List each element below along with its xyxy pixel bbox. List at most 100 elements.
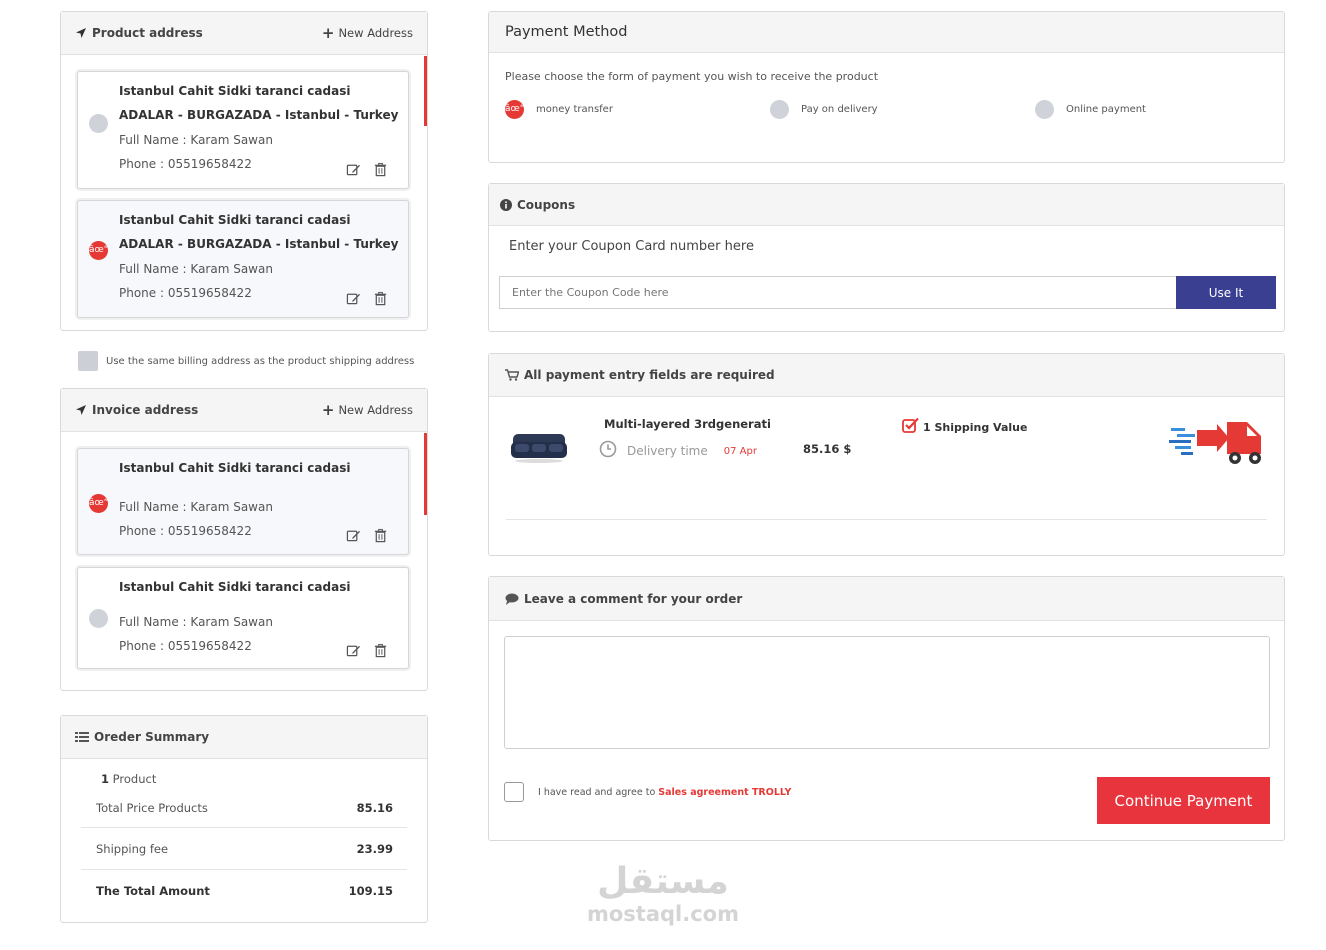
product-name: Multi-layered 3rdgenerati bbox=[604, 417, 771, 431]
info-circle-icon bbox=[500, 198, 512, 211]
payment-radio[interactable] bbox=[770, 100, 789, 119]
agree-text: I have read and agree to Sales agreement… bbox=[538, 787, 791, 798]
address-phone: Phone : 05519658422 bbox=[119, 286, 252, 300]
coupons-header: Coupons bbox=[489, 184, 1284, 226]
comment-title: Leave a comment for your order bbox=[524, 591, 743, 606]
trash-icon[interactable] bbox=[373, 291, 388, 310]
product-count-line: 1 Product bbox=[101, 772, 156, 786]
product-price: 85.16 $ bbox=[803, 442, 852, 456]
address-phone: Phone : 05519658422 bbox=[119, 639, 252, 653]
scrollbar-thumb[interactable] bbox=[424, 56, 427, 126]
new-address-label: New Address bbox=[338, 403, 413, 417]
coupons-title: Coupons bbox=[517, 197, 576, 212]
summary-label: The Total Amount bbox=[96, 884, 210, 898]
payment-option-online[interactable]: Online payment bbox=[1035, 100, 1146, 119]
comment-panel: Leave a comment for your order I have re… bbox=[488, 576, 1285, 841]
payment-option-label: Online payment bbox=[1066, 104, 1146, 115]
edit-icon[interactable] bbox=[346, 643, 361, 662]
sofa-product-image bbox=[509, 428, 569, 464]
checked-checkbox-icon[interactable] bbox=[902, 417, 919, 437]
address-line-1: Istanbul Cahit Sidki taranci cadasi bbox=[119, 213, 351, 227]
summary-value: 85.16 bbox=[356, 801, 393, 815]
new-address-label: New Address bbox=[338, 26, 413, 40]
payment-method-prompt: Please choose the form of payment you wi… bbox=[505, 70, 879, 83]
summary-row-total-price: Total Price Products 85.16 bbox=[96, 801, 407, 815]
delivery-label: Delivery time bbox=[627, 444, 708, 458]
location-arrow-icon bbox=[75, 404, 87, 416]
payment-option-money-transfer[interactable]: âœ“ money transfer bbox=[505, 100, 613, 119]
trash-icon[interactable] bbox=[373, 528, 388, 547]
continue-payment-button[interactable]: Continue Payment bbox=[1097, 777, 1270, 824]
divider bbox=[506, 519, 1267, 520]
invoice-address-list[interactable]: âœ“ Istanbul Cahit Sidki taranci cadasi … bbox=[61, 433, 427, 691]
address-radio[interactable] bbox=[89, 609, 108, 628]
shipping-value-label: 1 Shipping Value bbox=[923, 420, 1028, 434]
payment-method-title: Payment Method bbox=[505, 24, 628, 40]
agree-option[interactable]: I have read and agree to Sales agreement… bbox=[504, 782, 791, 802]
product-address-list[interactable]: Istanbul Cahit Sidki taranci cadasi ADAL… bbox=[61, 56, 427, 331]
address-full-name: Full Name : Karam Sawan bbox=[119, 615, 273, 629]
address-card-selected[interactable]: âœ“ Istanbul Cahit Sidki taranci cadasi … bbox=[77, 200, 409, 318]
address-line-1: Istanbul Cahit Sidki taranci cadasi bbox=[119, 580, 351, 594]
summary-row-total-amount: The Total Amount 109.15 bbox=[96, 884, 407, 898]
use-coupon-button[interactable]: Use It bbox=[1176, 276, 1276, 309]
address-full-name: Full Name : Karam Sawan bbox=[119, 262, 273, 276]
plus-icon: + bbox=[321, 401, 335, 419]
product-count: 1 bbox=[101, 772, 110, 786]
sales-agreement-link[interactable]: Sales agreement TROLLY bbox=[658, 787, 791, 798]
agree-checkbox[interactable] bbox=[504, 782, 524, 802]
address-line-1: Istanbul Cahit Sidki taranci cadasi bbox=[119, 84, 351, 98]
edit-icon[interactable] bbox=[346, 291, 361, 310]
summary-label: Shipping fee bbox=[96, 842, 169, 856]
divider bbox=[81, 869, 407, 870]
address-card[interactable]: Istanbul Cahit Sidki taranci cadasi ADAL… bbox=[77, 71, 409, 189]
trash-icon[interactable] bbox=[373, 162, 388, 181]
edit-icon[interactable] bbox=[346, 528, 361, 547]
edit-icon[interactable] bbox=[346, 162, 361, 181]
payment-radio-selected[interactable]: âœ“ bbox=[505, 100, 524, 119]
scrollbar-thumb[interactable] bbox=[424, 433, 427, 515]
address-radio-selected[interactable]: âœ“ bbox=[89, 494, 108, 513]
address-card-selected[interactable]: âœ“ Istanbul Cahit Sidki taranci cadasi … bbox=[77, 448, 409, 555]
address-radio[interactable] bbox=[89, 114, 108, 133]
invoice-address-header: Invoice address + New Address bbox=[61, 389, 427, 432]
coupons-panel: Coupons Enter your Coupon Card number he… bbox=[488, 183, 1285, 332]
summary-value: 23.99 bbox=[356, 842, 393, 856]
shipping-value[interactable]: 1 Shipping Value bbox=[902, 417, 1027, 437]
payment-option-label: money transfer bbox=[536, 104, 613, 115]
same-billing-option[interactable]: Use the same billing address as the prod… bbox=[78, 351, 414, 371]
address-radio-selected[interactable]: âœ“ bbox=[89, 241, 108, 260]
comment-textarea[interactable] bbox=[504, 636, 1270, 749]
payment-radio[interactable] bbox=[1035, 100, 1054, 119]
payment-option-pay-on-delivery[interactable]: Pay on delivery bbox=[770, 100, 878, 119]
order-summary-panel: Oreder Summary 1 Product Total Price Pro… bbox=[60, 715, 428, 923]
address-full-name: Full Name : Karam Sawan bbox=[119, 133, 273, 147]
invoice-new-address-button[interactable]: + New Address bbox=[322, 401, 413, 419]
address-phone: Phone : 05519658422 bbox=[119, 157, 252, 171]
payment-method-panel: Payment Method Please choose the form of… bbox=[488, 11, 1285, 163]
list-icon bbox=[75, 731, 89, 743]
product-new-address-button[interactable]: + New Address bbox=[322, 24, 413, 42]
trash-icon[interactable] bbox=[373, 643, 388, 662]
invoice-address-panel: Invoice address + New Address âœ“ Istanb… bbox=[60, 388, 428, 691]
address-card[interactable]: Istanbul Cahit Sidki taranci cadasi Full… bbox=[77, 567, 409, 669]
invoice-address-title: Invoice address bbox=[92, 403, 199, 417]
comment-icon bbox=[505, 593, 519, 605]
order-summary-title: Oreder Summary bbox=[94, 730, 210, 744]
clock-icon bbox=[599, 440, 617, 462]
watermark-arabic: مستقل bbox=[597, 861, 729, 902]
address-line-2: ADALAR - BURGAZADA - Istanbul - Turkey bbox=[119, 108, 399, 122]
comment-header: Leave a comment for your order bbox=[489, 577, 1284, 621]
payment-method-header: Payment Method bbox=[489, 12, 1284, 53]
location-arrow-icon bbox=[75, 27, 87, 39]
coupons-prompt: Enter your Coupon Card number here bbox=[509, 239, 754, 254]
cart-panel: All payment entry fields are required Mu… bbox=[488, 353, 1285, 556]
divider bbox=[81, 827, 407, 828]
delivery-date: 07 Apr bbox=[723, 445, 757, 457]
summary-label: Total Price Products bbox=[96, 801, 208, 815]
summary-row-shipping: Shipping fee 23.99 bbox=[96, 842, 407, 856]
coupon-code-input[interactable] bbox=[499, 276, 1177, 309]
same-billing-checkbox[interactable] bbox=[78, 351, 98, 371]
delivery-info: Delivery time 07 Apr bbox=[599, 440, 757, 462]
cart-icon bbox=[505, 369, 519, 381]
